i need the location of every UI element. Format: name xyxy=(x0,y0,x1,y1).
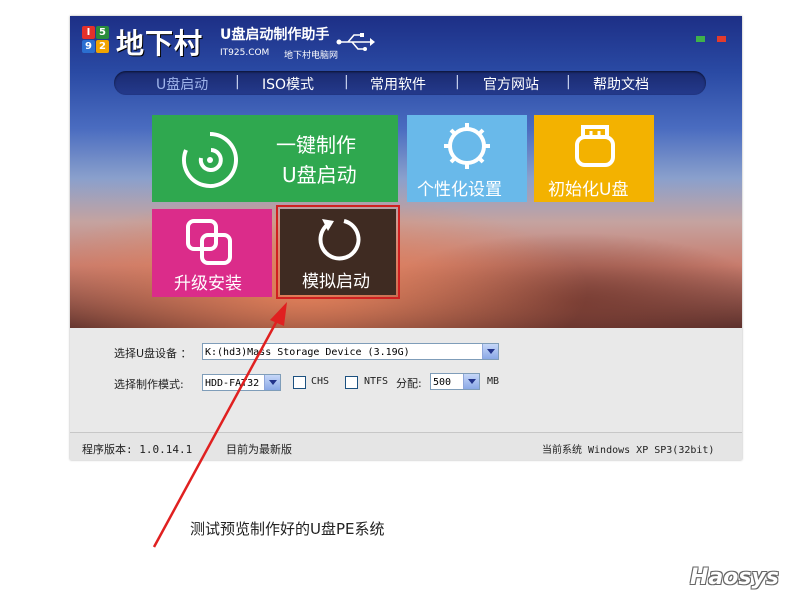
annotation-arrow xyxy=(152,302,287,548)
watermark: Haosys xyxy=(690,565,779,590)
annotation-caption: 测试预览制作好的U盘PE系统 xyxy=(190,520,385,538)
